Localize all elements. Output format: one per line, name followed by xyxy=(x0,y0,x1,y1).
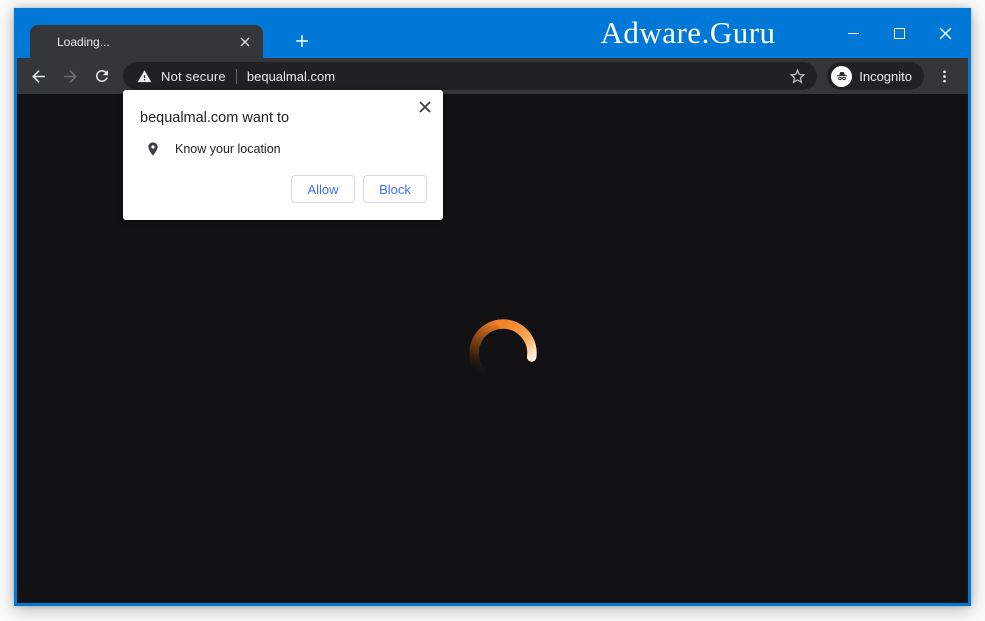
reload-button[interactable] xyxy=(87,61,117,91)
new-tab-button[interactable] xyxy=(288,27,316,55)
security-label[interactable]: Not secure xyxy=(161,69,226,84)
titlebar: Loading... Adware.Guru xyxy=(17,8,968,58)
maximize-icon xyxy=(893,27,905,39)
close-icon xyxy=(939,27,952,40)
reload-icon xyxy=(93,67,111,85)
minimize-button[interactable] xyxy=(830,8,876,58)
dialog-buttons: Allow Block xyxy=(291,175,427,203)
tab-title: Loading... xyxy=(57,34,110,49)
incognito-icon xyxy=(835,69,849,83)
incognito-label: Incognito xyxy=(859,68,912,84)
window-app-title: Adware.Guru xyxy=(600,15,776,50)
tab-loading[interactable]: Loading... xyxy=(30,25,263,58)
permission-label: Know your location xyxy=(175,142,281,156)
incognito-badge: Incognito xyxy=(827,62,924,90)
arrow-right-icon xyxy=(61,67,80,86)
url-text[interactable]: bequalmal.com xyxy=(247,69,335,84)
minimize-icon xyxy=(847,32,859,34)
star-icon[interactable] xyxy=(788,67,807,86)
browser-window: Loading... Adware.Guru Not secure bequal… xyxy=(14,8,971,606)
dialog-close-button[interactable] xyxy=(416,98,434,116)
allow-button[interactable]: Allow xyxy=(291,175,355,203)
loading-spinner xyxy=(469,319,537,379)
plus-icon xyxy=(293,32,311,50)
close-x-icon xyxy=(419,101,431,113)
location-pin-icon xyxy=(145,141,161,157)
permission-dialog: bequalmal.com want to Know your location… xyxy=(123,90,443,220)
back-button[interactable] xyxy=(23,61,53,91)
omnibox-divider xyxy=(235,68,237,84)
toolbar: Not secure bequalmal.com Incognito xyxy=(17,58,968,94)
maximize-button[interactable] xyxy=(876,8,922,58)
tab-close-icon[interactable] xyxy=(236,33,254,51)
kebab-menu-icon xyxy=(936,68,953,85)
warning-triangle-icon xyxy=(137,69,152,84)
window-controls xyxy=(830,8,968,58)
arrow-left-icon xyxy=(29,67,48,86)
browser-menu-button[interactable] xyxy=(930,62,958,90)
forward-button[interactable] xyxy=(55,61,85,91)
address-bar[interactable]: Not secure bequalmal.com xyxy=(123,62,818,90)
close-window-button[interactable] xyxy=(922,8,968,58)
dialog-title: bequalmal.com want to xyxy=(140,110,290,126)
permission-request-row: Know your location xyxy=(140,141,427,157)
block-button[interactable]: Block xyxy=(363,175,427,203)
